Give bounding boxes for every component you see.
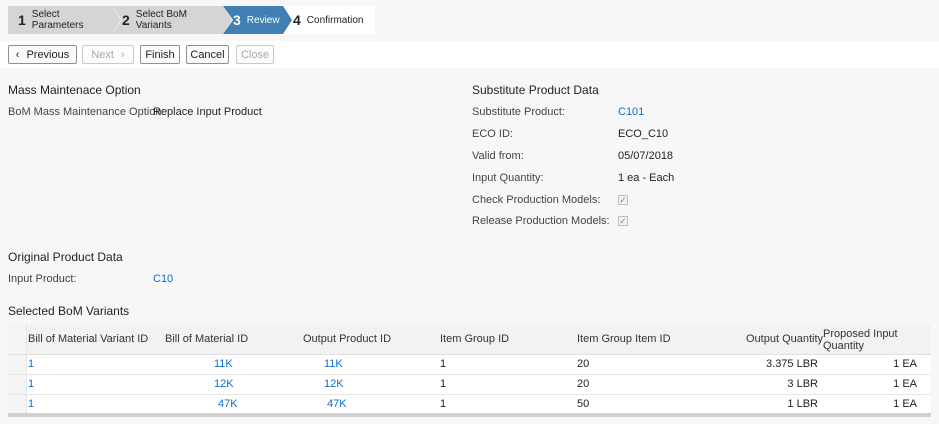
valid-from-label: Valid from: bbox=[472, 150, 524, 162]
step-number: 3 bbox=[233, 12, 241, 28]
bom-variants-table: Bill of Material Variant ID Bill of Mate… bbox=[8, 324, 931, 415]
chevron-left-icon: ‹ bbox=[15, 48, 20, 61]
col-item-group-id[interactable]: Item Group ID bbox=[440, 333, 509, 345]
next-button[interactable]: Next › bbox=[82, 45, 134, 64]
cell-item-group: 1 bbox=[440, 378, 447, 390]
cell-variant-link[interactable]: 1 bbox=[28, 378, 34, 390]
mass-maintenance-option-value: Replace Input Product bbox=[153, 106, 262, 118]
cell-product-link[interactable]: 12K bbox=[324, 378, 344, 390]
step-select-bom-variants[interactable]: 2 Select BoM Variants bbox=[112, 6, 233, 34]
table-scrollbar[interactable] bbox=[8, 413, 931, 417]
next-label: Next bbox=[91, 48, 114, 61]
cell-proposed-input-quantity: 1 EA bbox=[893, 398, 917, 410]
cell-item-group-item: 50 bbox=[577, 398, 590, 410]
cell-proposed-input-quantity: 1 EA bbox=[893, 358, 917, 370]
step-number: 4 bbox=[293, 12, 301, 28]
col-bom-id[interactable]: Bill of Material ID bbox=[165, 333, 248, 345]
cell-bom-link[interactable]: 11K bbox=[214, 358, 233, 370]
eco-id-value: ECO_C10 bbox=[618, 128, 669, 140]
step-number: 2 bbox=[122, 12, 130, 28]
selected-bom-variants-title: Selected BoM Variants bbox=[8, 304, 130, 318]
substitute-product-title: Substitute Product Data bbox=[472, 83, 599, 97]
release-production-models-label: Release Production Models: bbox=[472, 215, 610, 227]
cell-output-quantity: 3.375 LBR bbox=[766, 358, 818, 370]
check-production-models-checkbox: ✓ bbox=[618, 195, 628, 205]
wizard-toolbar: ‹ Previous Next › Finish Cancel Close bbox=[0, 41, 939, 68]
col-output-quantity[interactable]: Output Quantity bbox=[746, 333, 823, 345]
step-select-parameters[interactable]: 1 Select Parameters bbox=[8, 6, 122, 34]
cell-variant-link[interactable]: 1 bbox=[28, 398, 34, 410]
cell-item-group: 1 bbox=[440, 398, 447, 410]
cell-bom-link[interactable]: 12K bbox=[214, 378, 234, 390]
previous-label: Previous bbox=[26, 48, 70, 61]
table-row[interactable]: 1 47K 47K 1 50 1 LBR 1 EA bbox=[8, 395, 931, 415]
close-button[interactable]: Close bbox=[236, 45, 274, 64]
valid-from-value: 05/07/2018 bbox=[618, 150, 674, 162]
table-row[interactable]: 1 12K 12K 1 20 3 LBR 1 EA bbox=[8, 375, 931, 395]
col-output-product-id[interactable]: Output Product ID bbox=[303, 333, 391, 345]
cancel-button[interactable]: Cancel bbox=[186, 45, 229, 64]
col-bom-variant-id[interactable]: Bill of Material Variant ID bbox=[28, 333, 148, 345]
finish-button[interactable]: Finish bbox=[140, 45, 180, 64]
cell-proposed-input-quantity: 1 EA bbox=[893, 378, 917, 390]
eco-id-label: ECO ID: bbox=[472, 128, 513, 140]
step-number: 1 bbox=[18, 12, 26, 28]
cell-output-quantity: 3 LBR bbox=[787, 378, 818, 390]
input-quantity-label: Input Quantity: bbox=[472, 172, 544, 184]
release-production-models-checkbox: ✓ bbox=[618, 216, 628, 226]
cell-item-group: 1 bbox=[440, 358, 447, 370]
substitute-product-label: Substitute Product: bbox=[472, 106, 565, 118]
col-item-group-item-id[interactable]: Item Group Item ID bbox=[577, 333, 671, 345]
col-proposed-input-quantity[interactable]: Proposed Input Quantity bbox=[823, 328, 898, 352]
input-product-link[interactable]: C10 bbox=[153, 273, 173, 285]
chevron-right-icon: › bbox=[120, 48, 125, 61]
mass-maintenance-option-label: BoM Mass Maintenance Option: bbox=[8, 106, 165, 118]
step-label: Select Parameters bbox=[31, 9, 84, 31]
cell-product-link[interactable]: 11K bbox=[324, 358, 343, 370]
checkmark-icon: ✓ bbox=[619, 195, 627, 205]
table-row[interactable]: 1 11K 11K 1 20 3.375 LBR 1 EA bbox=[8, 355, 931, 375]
step-confirmation[interactable]: 4 Confirmation bbox=[283, 6, 375, 34]
input-product-label: Input Product: bbox=[8, 273, 77, 285]
cell-bom-link[interactable]: 47K bbox=[218, 398, 238, 410]
cell-item-group-item: 20 bbox=[577, 378, 590, 390]
cell-item-group-item: 20 bbox=[577, 358, 590, 370]
cell-variant-link[interactable]: 1 bbox=[28, 358, 34, 370]
step-label: Confirmation bbox=[306, 14, 364, 26]
cell-product-link[interactable]: 47K bbox=[327, 398, 347, 410]
original-product-title: Original Product Data bbox=[8, 250, 123, 264]
checkmark-icon: ✓ bbox=[619, 216, 627, 226]
previous-button[interactable]: ‹ Previous bbox=[8, 45, 77, 64]
table-header: Bill of Material Variant ID Bill of Mate… bbox=[8, 324, 931, 355]
wizard-steps: 1 Select Parameters 2 Select BoM Variant… bbox=[8, 6, 375, 34]
input-quantity-value: 1 ea - Each bbox=[618, 172, 675, 184]
mass-maintenance-title: Mass Maintenace Option bbox=[8, 83, 141, 97]
cell-output-quantity: 1 LBR bbox=[787, 398, 818, 410]
substitute-product-link[interactable]: C101 bbox=[618, 106, 644, 118]
step-label: Review bbox=[246, 14, 280, 26]
step-label: Select BoM Variants bbox=[135, 9, 187, 31]
check-production-models-label: Check Production Models: bbox=[472, 194, 601, 206]
